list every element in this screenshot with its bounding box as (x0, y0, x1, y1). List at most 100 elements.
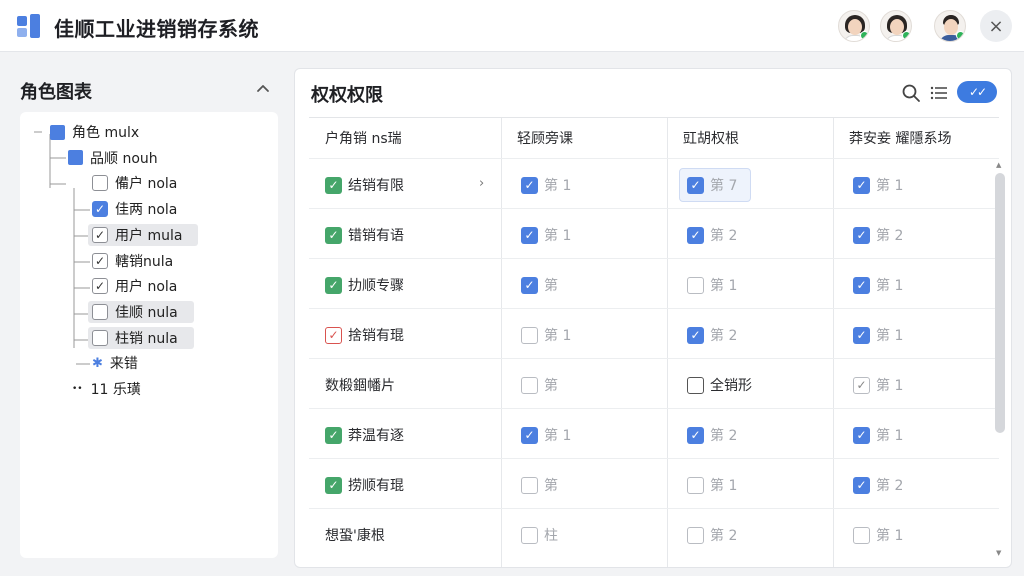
permission-cell[interactable]: ✓ 第 1 (521, 422, 571, 448)
permission-cell[interactable]: ✓ 第 1 (853, 322, 903, 348)
row-divider (309, 208, 999, 209)
user-avatar-2[interactable] (880, 10, 912, 42)
permission-checkbox[interactable]: ✓ (853, 326, 870, 344)
chevron-right-icon[interactable]: › (479, 176, 484, 191)
permission-checkbox[interactable]: ✓ (521, 176, 538, 194)
column-header[interactable]: 莽安妾 耀隱系场 (833, 118, 999, 158)
permission-cell[interactable]: ✓ 第 1 (853, 422, 903, 448)
permission-checkbox[interactable] (521, 376, 538, 394)
permission-row-name[interactable]: ✓ 错销有语 (325, 222, 404, 248)
scroll-up-icon[interactable]: ▲ (996, 161, 1001, 169)
permission-row-name[interactable]: ✓ 莽温有逐 (325, 422, 404, 448)
tree-item[interactable]: 柱销 nula (88, 326, 194, 349)
column-header[interactable]: 户角销 ns瑞 (309, 118, 501, 158)
permission-cell[interactable]: ✓ 第 (521, 272, 558, 298)
column-header[interactable]: 豇胡权根 (667, 118, 833, 158)
permission-checkbox[interactable] (853, 526, 870, 544)
permission-checkbox[interactable] (687, 276, 704, 294)
permission-checkbox[interactable]: ✓ (853, 176, 870, 194)
permission-cell[interactable]: ✓ 第 2 (687, 422, 737, 448)
permission-checkbox[interactable] (687, 476, 704, 494)
permission-cell[interactable]: 第 1 (521, 322, 571, 348)
tree-item[interactable]: 佳顺 nula (88, 300, 194, 323)
permission-checkbox[interactable]: ✓ (687, 176, 704, 194)
permission-checkbox[interactable]: ✓ (687, 226, 704, 244)
user-avatar-3[interactable] (934, 10, 966, 42)
permission-checkbox[interactable]: ✓ (687, 326, 704, 344)
permission-cell[interactable]: ✓ 第 2 (853, 472, 903, 498)
search-icon[interactable] (901, 83, 921, 103)
permission-checkbox[interactable] (521, 476, 538, 494)
permission-checkbox[interactable] (521, 526, 538, 544)
permission-checkbox[interactable]: ✓ (521, 276, 538, 294)
permission-cell[interactable]: ✓ 第 1 (521, 222, 571, 248)
permission-cell[interactable]: ✓ 第 1 (853, 172, 903, 198)
tree-checkbox[interactable]: ✓ (92, 252, 108, 269)
permission-cell[interactable]: 第 2 (687, 522, 737, 548)
row-checkbox[interactable]: ✓ (325, 226, 342, 244)
permission-row-name[interactable]: ✓ 捨销有琨 (325, 322, 404, 348)
permission-checkbox[interactable]: ✓ (521, 226, 538, 244)
select-all-toggle[interactable]: ✓✓ (957, 81, 997, 103)
tree-checkbox[interactable]: ✓ (92, 226, 108, 243)
row-checkbox[interactable]: ✓ (325, 276, 342, 294)
tree-item-label: 品顺 nouh (90, 150, 158, 167)
scroll-down-icon[interactable]: ▼ (996, 549, 1001, 557)
permission-checkbox[interactable] (687, 526, 704, 544)
permission-checkbox[interactable] (687, 376, 704, 394)
permission-level: 第 1 (876, 428, 904, 444)
chevron-up-icon[interactable] (254, 80, 272, 98)
tree-checkbox[interactable] (92, 175, 108, 192)
permission-row-name[interactable]: ✓ 结销有限 (325, 172, 404, 198)
permission-cell[interactable]: 第 1 (687, 472, 737, 498)
row-checkbox[interactable]: ✓ (325, 426, 342, 444)
tree-item[interactable]: 角色 mulx (50, 121, 139, 143)
user-avatar-1[interactable] (838, 10, 870, 42)
tree-checkbox[interactable] (92, 303, 108, 320)
permission-cell[interactable]: 第 (521, 372, 558, 398)
tree-checkbox[interactable]: ✓ (92, 278, 108, 295)
permission-cell[interactable]: ✓ 第 1 (853, 372, 903, 398)
permission-row-name[interactable]: ✓ 捞顺有琨 (325, 472, 404, 498)
list-icon[interactable] (929, 83, 949, 103)
permission-cell[interactable]: 第 (521, 472, 558, 498)
permission-cell[interactable]: 第 1 (853, 522, 903, 548)
tree-item[interactable]: 備户 nola (92, 172, 177, 194)
tree-item[interactable]: 品顺 nouh (68, 147, 158, 169)
permission-cell[interactable]: ✓ 第 2 (853, 222, 903, 248)
tree-checkbox[interactable]: ✓ (92, 201, 108, 218)
tree-item[interactable]: ✓ 用户 nola (92, 275, 177, 297)
row-checkbox[interactable]: ✓ (325, 326, 342, 344)
permission-row-name[interactable]: ✓ 扐顺专骤 (325, 272, 404, 298)
permission-cell[interactable]: 第 1 (687, 272, 737, 298)
permission-checkbox[interactable]: ✓ (853, 226, 870, 244)
tree-item[interactable]: ✱ 来错 (92, 352, 138, 374)
tree-item[interactable]: ✓ 佳两 nola (92, 198, 177, 220)
permission-checkbox[interactable]: ✓ (521, 426, 538, 444)
permission-row-name[interactable]: 想蛩'康根 (325, 522, 385, 548)
permission-checkbox[interactable]: ✓ (853, 376, 870, 394)
app-title: 佳顺工业进销销存系统 (54, 17, 259, 41)
permission-row-name[interactable]: 数椴錮幡片 (325, 372, 395, 398)
permission-checkbox[interactable]: ✓ (687, 426, 704, 444)
permission-cell[interactable]: 全销形 (687, 372, 752, 398)
row-checkbox[interactable]: ✓ (325, 476, 342, 494)
tree-checkbox[interactable] (92, 329, 108, 346)
permission-checkbox[interactable]: ✓ (853, 476, 870, 494)
close-button[interactable]: × (980, 10, 1012, 42)
tree-item[interactable]: ✓ 轄销nula (92, 250, 173, 272)
tree-item[interactable]: •• 11 乐璜 (72, 378, 141, 400)
permission-cell[interactable]: ✓ 第 2 (687, 222, 737, 248)
permission-cell[interactable]: ✓ 第 7 (687, 172, 737, 198)
column-header[interactable]: 轻顾旁课 (501, 118, 667, 158)
permission-checkbox[interactable] (521, 326, 538, 344)
permission-checkbox[interactable]: ✓ (853, 426, 870, 444)
tree-item[interactable]: ✓ 用户 mula (88, 223, 199, 246)
permission-cell[interactable]: 柱 (521, 522, 558, 548)
permission-checkbox[interactable]: ✓ (853, 276, 870, 294)
permission-cell[interactable]: ✓ 第 1 (853, 272, 903, 298)
row-checkbox[interactable]: ✓ (325, 176, 342, 194)
permission-cell[interactable]: ✓ 第 2 (687, 322, 737, 348)
scrollbar[interactable] (995, 173, 1005, 433)
permission-cell[interactable]: ✓ 第 1 (521, 172, 571, 198)
